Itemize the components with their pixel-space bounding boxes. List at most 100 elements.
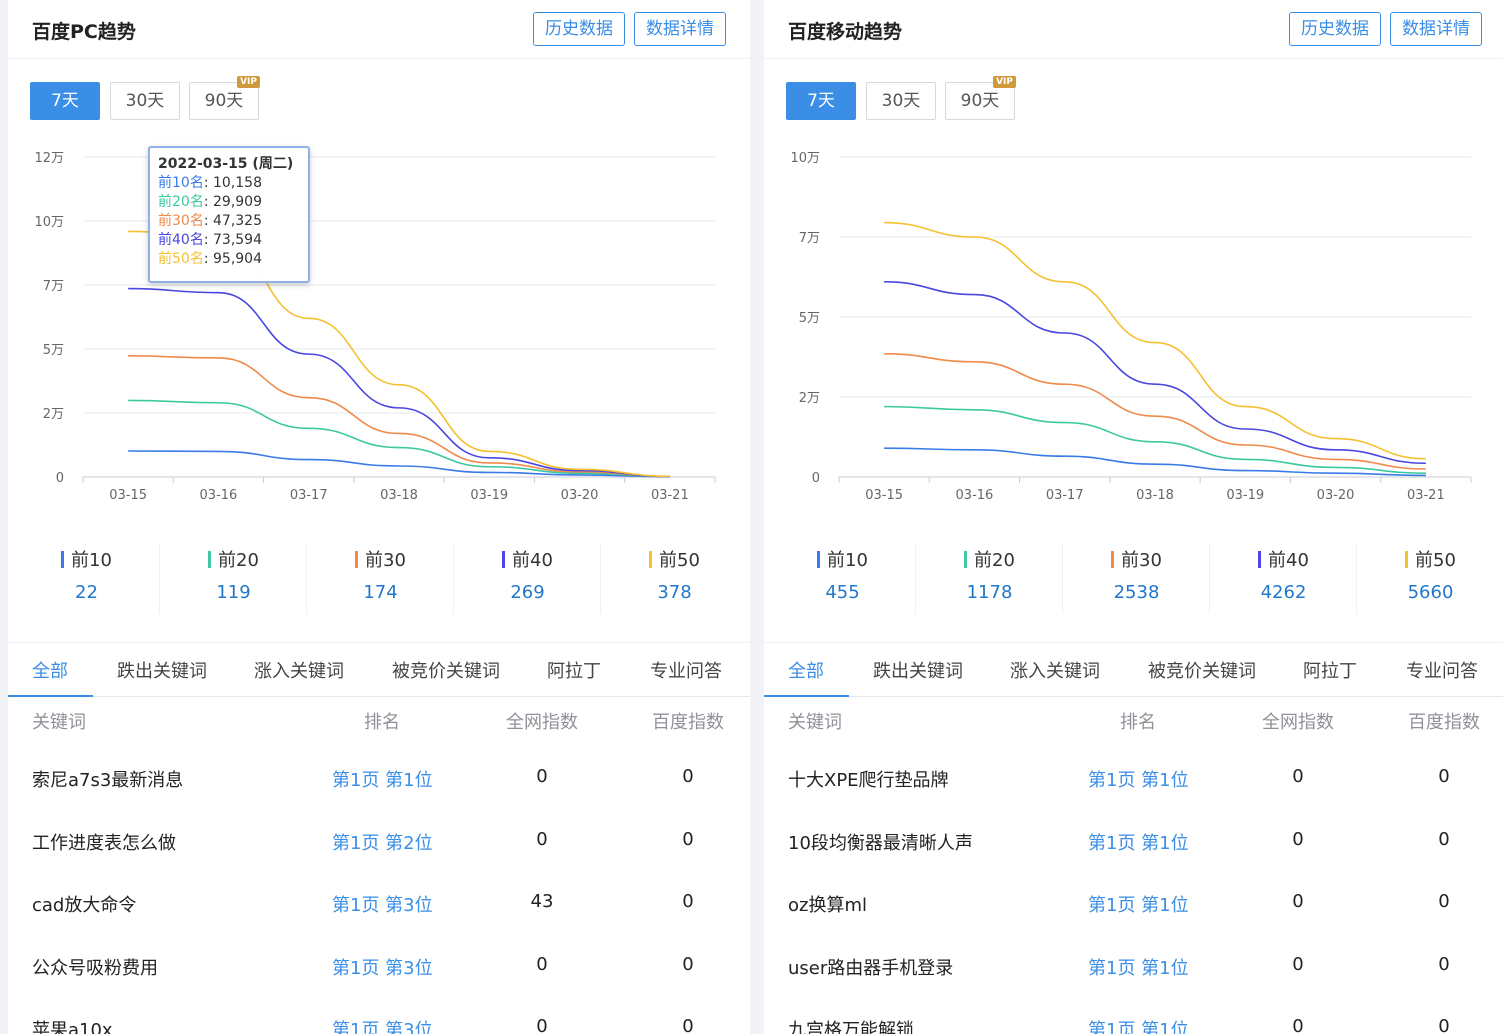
rank-link[interactable]: 第1页 第1位	[1088, 891, 1189, 917]
rank-link[interactable]: 第1页 第3位	[332, 1016, 433, 1034]
series-line[interactable]	[128, 399, 670, 478]
range-90d-button[interactable]: 90天 VIP	[189, 76, 260, 120]
x-tick-label: 03-17	[290, 488, 328, 503]
summary-value[interactable]: 1178	[916, 582, 1063, 603]
range-90d-label: 90天	[960, 91, 1000, 111]
summary-value[interactable]: 174	[307, 582, 454, 603]
rank-link[interactable]: 第1页 第3位	[332, 954, 433, 980]
summary-name: 前50	[1415, 550, 1456, 571]
tab-all[interactable]: 全部	[32, 657, 68, 683]
rank-link[interactable]: 第1页 第1位	[1088, 829, 1189, 855]
keyword-cell: oz换算ml	[788, 895, 867, 916]
range-7d-button[interactable]: 7天	[30, 82, 100, 120]
summary-top20[interactable]: 前20 1178	[916, 540, 1063, 620]
summary-value[interactable]: 2538	[1063, 582, 1210, 603]
col-keyword: 关键词	[32, 712, 86, 733]
col-rank: 排名	[1120, 712, 1156, 733]
color-marker	[355, 551, 359, 568]
summary-top50[interactable]: 前50 378	[601, 540, 748, 620]
summary-value[interactable]: 455	[769, 582, 916, 603]
series-line[interactable]	[884, 447, 1426, 477]
data-detail-button[interactable]: 数据详情	[634, 12, 726, 46]
table-row: 工作进度表怎么做 第1页 第2位 0 0	[8, 829, 750, 869]
keyword-cell: 10段均衡器最清晰人声	[788, 833, 973, 854]
col-keyword: 关键词	[788, 712, 842, 733]
table-row: 索尼a7s3最新消息 第1页 第1位 0 0	[8, 766, 750, 806]
series-line[interactable]	[884, 221, 1426, 460]
range-90d-button[interactable]: 90天 VIP	[945, 76, 1016, 120]
tooltip-row: 前50名: 95,904	[158, 251, 262, 267]
range-30d-button[interactable]: 30天	[866, 82, 936, 120]
pc-trend-chart[interactable]: 0 2万 5万 7万 10万 12万 03-15 03-16 03-17 03-18 03-19 03…	[8, 140, 750, 510]
history-data-button[interactable]: 历史数据	[533, 12, 625, 46]
summary-value[interactable]: 5660	[1357, 582, 1503, 603]
table-row: 苹果a10x 第1页 第3位 0 0	[8, 1016, 750, 1034]
summary-name: 前30	[1121, 550, 1162, 571]
mobile-trend-chart[interactable]: 0 2万 5万 7万 10万 03-15 03-16 03-17 03-18 03-19 03-20…	[764, 140, 1503, 510]
col-net-index: 全网指数	[506, 712, 578, 733]
tab-all[interactable]: 全部	[788, 657, 824, 683]
range-30d-button[interactable]: 30天	[110, 82, 180, 120]
summary-top40[interactable]: 前40 4262	[1210, 540, 1357, 620]
summary-value[interactable]: 269	[454, 582, 601, 603]
rank-link[interactable]: 第1页 第1位	[1088, 954, 1189, 980]
active-tab-indicator	[764, 695, 849, 697]
series-line[interactable]	[884, 281, 1426, 465]
tab-aladdin[interactable]: 阿拉丁	[1303, 657, 1357, 683]
y-tick-label: 0	[56, 471, 64, 486]
x-tick-label: 03-21	[1407, 488, 1445, 503]
history-data-button[interactable]: 历史数据	[1289, 12, 1381, 46]
data-detail-button[interactable]: 数据详情	[1390, 12, 1482, 46]
summary-value[interactable]: 119	[160, 582, 307, 603]
col-baidu-index: 百度指数	[652, 712, 724, 733]
summary-value[interactable]: 4262	[1210, 582, 1357, 603]
summary-name: 前50	[659, 550, 700, 571]
keyword-cell: 索尼a7s3最新消息	[32, 770, 184, 791]
tab-dropped-keywords[interactable]: 跌出关键词	[117, 657, 207, 683]
summary-name: 前40	[512, 550, 553, 571]
active-tab-indicator	[8, 695, 93, 697]
panel-title: 百度移动趋势	[788, 21, 903, 43]
summary-label: 前10	[13, 546, 160, 572]
rank-link[interactable]: 第1页 第1位	[1088, 766, 1189, 792]
tooltip-value: 47,325	[213, 213, 262, 229]
tab-qa[interactable]: 专业问答	[1406, 657, 1478, 683]
y-tick-label: 0	[812, 471, 820, 486]
range-7d-button[interactable]: 7天	[786, 82, 856, 120]
summary-top20[interactable]: 前20 119	[160, 540, 307, 620]
summary-value[interactable]: 22	[13, 582, 160, 603]
rank-link[interactable]: 第1页 第1位	[1088, 1016, 1189, 1034]
tab-dropped-keywords[interactable]: 跌出关键词	[873, 657, 963, 683]
table-row: oz换算ml 第1页 第1位 0 0	[764, 891, 1503, 931]
tooltip-label: 前30名	[158, 213, 204, 229]
keyword-cell: 工作进度表怎么做	[32, 833, 176, 854]
summary-value[interactable]: 378	[601, 582, 748, 603]
rank-link[interactable]: 第1页 第2位	[332, 829, 433, 855]
tab-new-keywords[interactable]: 涨入关键词	[254, 657, 344, 683]
series-line[interactable]	[884, 353, 1426, 470]
summary-top10[interactable]: 前10 455	[769, 540, 916, 620]
summary-top30[interactable]: 前30 2538	[1063, 540, 1210, 620]
tab-new-keywords[interactable]: 涨入关键词	[1010, 657, 1100, 683]
keyword-cell: 苹果a10x	[32, 1020, 113, 1034]
baidu-index-cell: 0	[682, 891, 694, 912]
keyword-cell: 九宫格万能解锁	[788, 1020, 914, 1034]
summary-top50[interactable]: 前50 5660	[1357, 540, 1503, 620]
series-line[interactable]	[128, 355, 670, 478]
net-index-cell: 0	[536, 1016, 548, 1034]
range-90d-label: 90天	[204, 91, 244, 111]
tab-aladdin[interactable]: 阿拉丁	[547, 657, 601, 683]
y-tick-label: 2万	[43, 407, 64, 422]
summary-top30[interactable]: 前30 174	[307, 540, 454, 620]
x-tick-label: 03-15	[865, 488, 903, 503]
tab-bidded-keywords[interactable]: 被竞价关键词	[392, 657, 500, 683]
rank-link[interactable]: 第1页 第3位	[332, 891, 433, 917]
y-tick-label: 10万	[790, 151, 820, 166]
summary-top40[interactable]: 前40 269	[454, 540, 601, 620]
rank-link[interactable]: 第1页 第1位	[332, 766, 433, 792]
tab-bidded-keywords[interactable]: 被竞价关键词	[1148, 657, 1256, 683]
baidu-index-cell: 0	[682, 1016, 694, 1034]
tab-qa[interactable]: 专业问答	[650, 657, 722, 683]
summary-top10[interactable]: 前10 22	[13, 540, 160, 620]
baidu-index-cell: 0	[1438, 1016, 1450, 1034]
